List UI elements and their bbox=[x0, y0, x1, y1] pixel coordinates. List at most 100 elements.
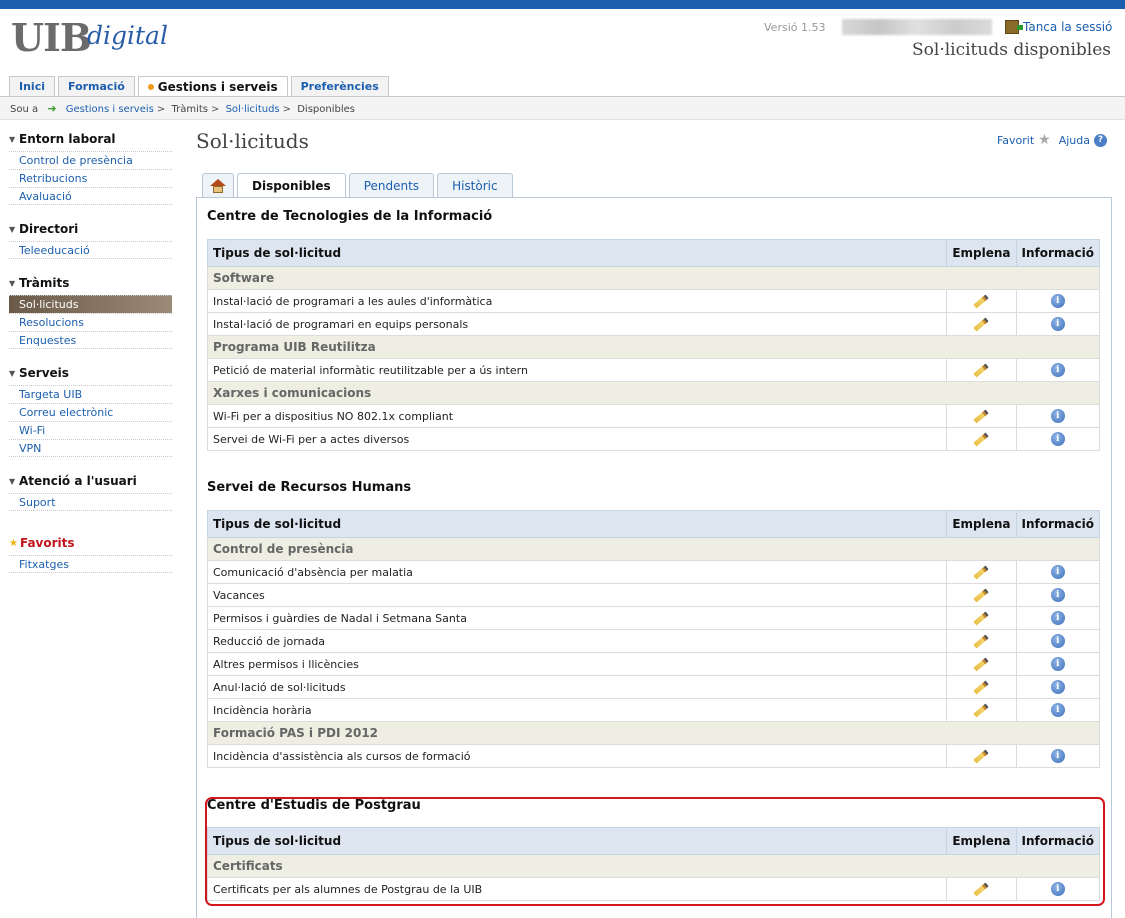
info-icon[interactable]: i bbox=[1050, 588, 1065, 602]
request-type-label: Comunicació d'absència per malatia bbox=[206, 560, 948, 584]
pencil-icon[interactable] bbox=[973, 432, 990, 447]
breadcrumb-disponibles: Disponibles bbox=[297, 104, 355, 115]
breadcrumb-sollicituds[interactable]: Sol·licituds bbox=[226, 104, 280, 115]
info-icon[interactable]: i bbox=[1050, 749, 1065, 763]
sidebar-item-enquestes[interactable]: Enquestes bbox=[9, 331, 172, 349]
request-type-label: Instal·lació de programari a les aules d… bbox=[206, 289, 948, 313]
fill-cell bbox=[946, 629, 1017, 653]
sidebar-item-retribucions[interactable]: Retribucions bbox=[9, 169, 172, 187]
collapse-triangle-icon: ▼ bbox=[9, 224, 16, 234]
tab-gestions-i-serveis[interactable]: Gestions i serveis bbox=[137, 76, 288, 97]
breadcrumb-gestions[interactable]: Gestions i serveis bbox=[66, 104, 154, 115]
sidebar-item-suport[interactable]: Suport bbox=[9, 493, 172, 511]
sidebar-item-resolucions[interactable]: Resolucions bbox=[9, 313, 172, 331]
collapse-triangle-icon: ▼ bbox=[9, 134, 16, 144]
category-label: Control de presència bbox=[207, 537, 1100, 561]
sidebar-group-title[interactable]: ★ Favorits bbox=[9, 535, 172, 551]
info-icon[interactable]: i bbox=[1050, 294, 1065, 308]
tab-preferencies[interactable]: Preferències bbox=[290, 76, 389, 96]
pencil-icon[interactable] bbox=[973, 409, 990, 424]
sidebar-group-title[interactable]: ▼ Directori bbox=[9, 221, 172, 237]
table-header-row: Tipus de sol·licitud Emplena Informació bbox=[206, 510, 1101, 538]
fill-cell bbox=[946, 744, 1017, 768]
info-icon[interactable]: i bbox=[1050, 680, 1065, 694]
pencil-icon[interactable] bbox=[973, 565, 990, 580]
info-icon[interactable]: i bbox=[1050, 565, 1065, 579]
sidebar-item-fitxatges[interactable]: Fitxatges bbox=[9, 555, 172, 573]
sidebar-group-tramits: ▼ Tràmits Sol·licituds Resolucions Enques… bbox=[9, 275, 172, 349]
logout-label: Tanca la sessió bbox=[1023, 20, 1113, 34]
pencil-icon[interactable] bbox=[973, 680, 990, 695]
fill-cell bbox=[946, 404, 1017, 428]
info-cell: i bbox=[1015, 698, 1101, 722]
info-cell: i bbox=[1015, 652, 1101, 676]
sidebar-group-title[interactable]: ▼ Atenció a l'usuari bbox=[9, 473, 172, 489]
pencil-icon[interactable] bbox=[973, 634, 990, 649]
pencil-icon[interactable] bbox=[973, 611, 990, 626]
pencil-icon[interactable] bbox=[973, 703, 990, 718]
sidebar-group-title[interactable]: ▼ Entorn laboral bbox=[9, 131, 172, 147]
info-icon[interactable]: i bbox=[1050, 703, 1065, 717]
category-label: Programa UIB Reutilitza bbox=[207, 335, 1100, 359]
requests-table: Tipus de sol·licitud Emplena Informació Con… bbox=[206, 510, 1101, 768]
info-icon[interactable]: i bbox=[1050, 432, 1065, 446]
column-header-type: Tipus de sol·licitud bbox=[206, 510, 948, 538]
pencil-icon[interactable] bbox=[973, 317, 990, 332]
info-icon[interactable]: i bbox=[1050, 409, 1065, 423]
favorite-help-links: Favorit ★ Ajuda ? bbox=[997, 132, 1107, 148]
sidebar-item-teleeducacio[interactable]: Teleeducació bbox=[9, 241, 172, 259]
info-icon[interactable]: i bbox=[1050, 611, 1065, 625]
sidebar-item-avaluacio[interactable]: Avaluació bbox=[9, 187, 172, 205]
table-row: Servei de Wi-Fi per a actes diversos i bbox=[206, 427, 1101, 451]
sidebar-group-title[interactable]: ▼ Serveis bbox=[9, 365, 172, 381]
info-cell: i bbox=[1015, 427, 1101, 451]
fill-cell bbox=[946, 652, 1017, 676]
sidebar-item-targeta-uib[interactable]: Targeta UIB bbox=[9, 385, 172, 403]
column-header-info: Informació bbox=[1015, 510, 1101, 538]
favorite-link[interactable]: Favorit bbox=[997, 134, 1034, 147]
tab-home[interactable] bbox=[202, 173, 234, 197]
uib-digital-logo[interactable]: UIB digital bbox=[11, 15, 168, 60]
info-icon[interactable]: i bbox=[1050, 317, 1065, 331]
info-icon[interactable]: i bbox=[1050, 657, 1065, 671]
tab-pendents[interactable]: Pendents bbox=[348, 173, 435, 197]
fill-cell bbox=[946, 427, 1017, 451]
pencil-icon[interactable] bbox=[973, 588, 990, 603]
tab-disponibles[interactable]: Disponibles bbox=[237, 173, 346, 198]
username-redacted bbox=[842, 19, 992, 35]
sidebar-item-vpn[interactable]: VPN bbox=[9, 439, 172, 457]
pencil-icon[interactable] bbox=[973, 749, 990, 764]
pencil-icon[interactable] bbox=[973, 657, 990, 672]
request-type-label: Permisos i guàrdies de Nadal i Setmana S… bbox=[206, 606, 948, 630]
tab-gestions-label: Gestions i serveis bbox=[157, 80, 278, 94]
help-link[interactable]: Ajuda bbox=[1059, 134, 1090, 147]
logo-main-text: UIB bbox=[11, 15, 92, 60]
breadcrumb: Sou a ➜ Gestions i serveis > Tràmits > Sol… bbox=[0, 97, 1125, 120]
category-label: Xarxes i comunicacions bbox=[207, 381, 1100, 405]
table-header-row: Tipus de sol·licitud Emplena Informació bbox=[206, 239, 1101, 267]
pencil-icon[interactable] bbox=[973, 363, 990, 378]
sidebar-group-title[interactable]: ▼ Tràmits bbox=[9, 275, 172, 291]
info-icon[interactable]: i bbox=[1050, 363, 1065, 377]
tab-historic[interactable]: Històric bbox=[437, 173, 513, 197]
tab-formacio[interactable]: Formació bbox=[58, 76, 135, 96]
request-type-label: Incidència d'assistència als cursos de f… bbox=[206, 744, 948, 768]
category-row: Software bbox=[207, 266, 1100, 290]
tab-inici[interactable]: Inici bbox=[9, 76, 55, 96]
version-label: Versió 1.53 bbox=[764, 21, 826, 34]
highlight-box bbox=[205, 797, 1105, 906]
fill-cell bbox=[946, 698, 1017, 722]
column-header-type: Tipus de sol·licitud bbox=[206, 239, 948, 267]
logout-link[interactable]: Tanca la sessió bbox=[1005, 20, 1112, 34]
pencil-icon[interactable] bbox=[973, 294, 990, 309]
sub-tabs: Disponibles Pendents Històric bbox=[202, 173, 513, 198]
help-icon[interactable]: ? bbox=[1094, 133, 1107, 147]
sidebar-item-correu[interactable]: Correu electrònic bbox=[9, 403, 172, 421]
sidebar-item-control-presencia[interactable]: Control de presència bbox=[9, 151, 172, 169]
star-icon[interactable]: ★ bbox=[1038, 132, 1051, 148]
sidebar-item-wifi[interactable]: Wi-Fi bbox=[9, 421, 172, 439]
info-cell: i bbox=[1015, 312, 1101, 336]
request-type-label: Anul·lació de sol·licituds bbox=[206, 675, 948, 699]
sidebar-item-sollicituds[interactable]: Sol·licituds bbox=[9, 295, 172, 313]
info-icon[interactable]: i bbox=[1050, 634, 1065, 648]
